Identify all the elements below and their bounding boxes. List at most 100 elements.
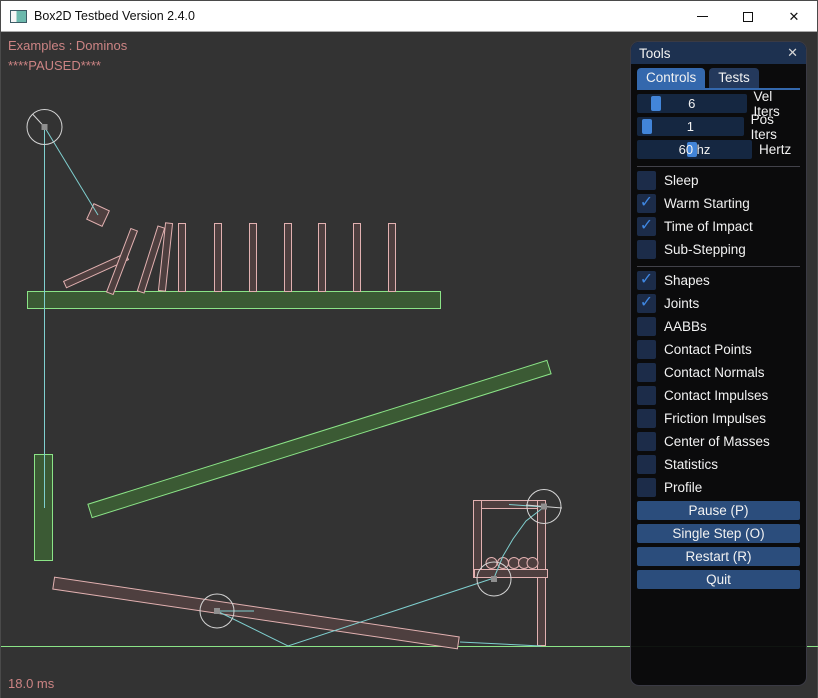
- joint-anchor: [491, 576, 497, 582]
- slider-label-hertz: Hertz: [759, 142, 791, 157]
- slider-pos-iters[interactable]: 1: [637, 117, 744, 136]
- slider-value-pos-iters: 1: [637, 117, 744, 136]
- checkbox-label-joints: Joints: [664, 296, 699, 311]
- window-title: Box2D Testbed Version 2.4.0: [34, 9, 195, 23]
- checkbox-statistics[interactable]: [637, 455, 656, 474]
- vertical-plank: [35, 455, 53, 561]
- slider-hertz[interactable]: 60 hz: [637, 140, 752, 159]
- panel-close-icon[interactable]: ✕: [787, 45, 798, 61]
- button-single-step-o[interactable]: Single Step (O): [637, 524, 800, 543]
- checkbox-sleep[interactable]: [637, 171, 656, 190]
- close-icon: ✕: [789, 10, 800, 23]
- joint-anchor: [541, 504, 547, 510]
- checkbox-time-of-impact[interactable]: ✓: [637, 217, 656, 236]
- button-quit[interactable]: Quit: [637, 570, 800, 589]
- minimize-button[interactable]: [679, 1, 725, 32]
- checkbox-sub-stepping[interactable]: [637, 240, 656, 259]
- checkbox-row-time-of-impact: ✓ Time of Impact: [637, 217, 800, 236]
- domino-platform: [28, 292, 441, 309]
- checkbox-label-shapes: Shapes: [664, 273, 710, 288]
- separator: [637, 266, 800, 267]
- checkbox-label-contact-normals: Contact Normals: [664, 365, 765, 380]
- standing-domino: [354, 224, 361, 292]
- standing-domino: [179, 224, 186, 292]
- frame-time-label: 18.0 ms: [8, 676, 54, 691]
- checkbox-label-sub-stepping: Sub-Stepping: [664, 242, 746, 257]
- checkbox-profile[interactable]: [637, 478, 656, 497]
- checkbox-row-shapes: ✓ Shapes: [637, 271, 800, 290]
- tab-bar: ControlsTests: [637, 68, 800, 90]
- standing-domino: [389, 224, 396, 292]
- checkbox-row-sub-stepping: Sub-Stepping: [637, 240, 800, 259]
- slider-section: 6Vel Iters1Pos Iters60 hzHertz: [637, 94, 800, 159]
- checkmark-icon: ✓: [640, 195, 653, 211]
- checkbox-label-center-of-masses: Center of Masses: [664, 434, 770, 449]
- paused-label: ****PAUSED****: [8, 58, 101, 73]
- app-window: Box2D Testbed Version 2.4.0 ✕: [0, 0, 818, 698]
- example-label: Examples : Dominos: [8, 38, 127, 53]
- seesaw-plank: [53, 577, 459, 649]
- checkbox-row-warm-starting: ✓Warm Starting: [637, 194, 800, 213]
- standing-domino: [319, 224, 326, 292]
- checkbox-row-profile: Profile: [637, 478, 800, 497]
- checkbox-row-aabbs: AABBs: [637, 317, 800, 336]
- checkmark-icon: ✓: [640, 272, 653, 288]
- window-titlebar[interactable]: Box2D Testbed Version 2.4.0 ✕: [1, 1, 817, 32]
- checkbox-label-contact-impulses: Contact Impulses: [664, 388, 768, 403]
- checkbox-label-time-of-impact: Time of Impact: [664, 219, 753, 234]
- slider-label-pos-iters: Pos Iters: [751, 112, 800, 142]
- checkbox-warm-starting[interactable]: ✓: [637, 194, 656, 213]
- checkbox-contact-impulses[interactable]: [637, 386, 656, 405]
- button-restart-r[interactable]: Restart (R): [637, 547, 800, 566]
- checkbox-row-sleep: Sleep: [637, 171, 800, 190]
- standing-domino: [215, 224, 222, 292]
- slider-row-pos-iters: 1Pos Iters: [637, 117, 800, 136]
- maximize-button[interactable]: [725, 1, 771, 32]
- angled-ramp: [88, 360, 551, 517]
- frame-left-post: [474, 501, 482, 578]
- joint-anchor: [42, 124, 48, 130]
- cradle-ball: [527, 558, 538, 569]
- slider-vel-iters[interactable]: 6: [637, 94, 747, 113]
- separator: [637, 166, 800, 167]
- tab-controls[interactable]: Controls: [637, 68, 705, 88]
- cradle-ball: [509, 558, 520, 569]
- slider-row-hertz: 60 hz Hertz: [637, 140, 800, 159]
- joint-anchor: [214, 608, 220, 614]
- checkbox-row-joints: ✓ Joints: [637, 294, 800, 313]
- checkbox-label-friction-impulses: Friction Impulses: [664, 411, 766, 426]
- checkbox-row-contact-points: Contact Points: [637, 340, 800, 359]
- panel-body: ControlsTests 6Vel Iters1Pos Iters60 hzH…: [637, 64, 800, 679]
- checkbox-row-statistics: Statistics: [637, 455, 800, 474]
- checkbox-contact-normals[interactable]: [637, 363, 656, 382]
- button-pause-p[interactable]: Pause (P): [637, 501, 800, 520]
- slider-value-vel-iters: 6: [637, 94, 747, 113]
- checkbox-label-sleep: Sleep: [664, 173, 699, 188]
- tab-tests[interactable]: Tests: [709, 68, 759, 88]
- panel-title-text: Tools: [639, 46, 671, 61]
- checkbox-label-profile: Profile: [664, 480, 702, 495]
- checkbox-friction-impulses[interactable]: [637, 409, 656, 428]
- pendulum-rope-joint: [45, 127, 99, 215]
- checkbox-joints[interactable]: ✓: [637, 294, 656, 313]
- scene-viewport[interactable]: Examples : Dominos ****PAUSED**** 18.0 m…: [1, 32, 817, 698]
- checkbox-contact-points[interactable]: [637, 340, 656, 359]
- checkbox-group-solver: Sleep✓Warm Starting✓Time of ImpactSub-St…: [637, 171, 800, 259]
- standing-domino: [285, 224, 292, 292]
- close-button[interactable]: ✕: [771, 1, 817, 32]
- checkmark-icon: ✓: [640, 295, 653, 311]
- standing-domino: [250, 224, 257, 292]
- checkmark-icon: ✓: [640, 218, 653, 234]
- tools-panel: Tools ✕ ControlsTests 6Vel Iters1Pos Ite…: [630, 41, 807, 686]
- panel-titlebar[interactable]: Tools ✕: [631, 42, 806, 64]
- maximize-icon: [743, 12, 753, 22]
- checkbox-label-contact-points: Contact Points: [664, 342, 752, 357]
- minimize-icon: [697, 16, 708, 18]
- checkbox-shapes[interactable]: ✓: [637, 271, 656, 290]
- app-icon: [10, 10, 27, 23]
- slider-value-hertz: 60 hz: [637, 140, 752, 159]
- checkbox-row-center-of-masses: Center of Masses: [637, 432, 800, 451]
- checkbox-aabbs[interactable]: [637, 317, 656, 336]
- checkbox-center-of-masses[interactable]: [637, 432, 656, 451]
- window-controls: ✕: [679, 1, 817, 32]
